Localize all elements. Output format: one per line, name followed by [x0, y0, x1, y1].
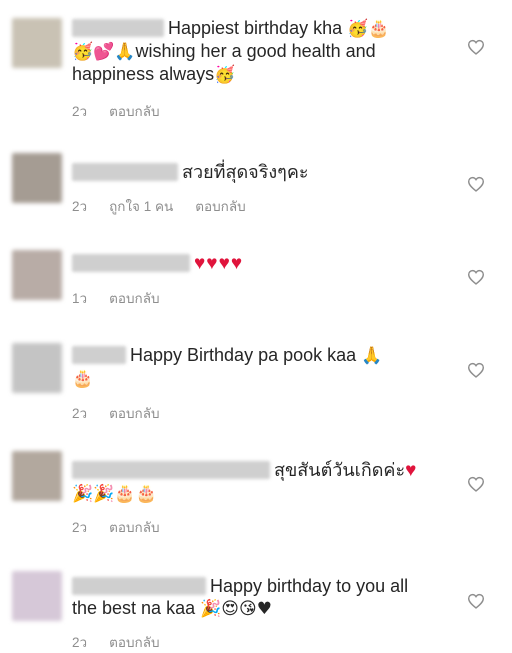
- username-blurred[interactable]: [72, 461, 270, 479]
- comment-text: สวยที่สุดจริงๆคะ: [72, 161, 442, 183]
- like-heart-icon[interactable]: [467, 476, 485, 492]
- username-blurred[interactable]: [72, 577, 206, 595]
- timestamp: 1ว: [72, 291, 88, 306]
- likes-count[interactable]: ถูกใจ 1 คน: [109, 199, 173, 214]
- comment-emoji: 🙏: [361, 346, 383, 366]
- comment-emoji: 🥳💕🙏: [72, 42, 136, 62]
- timestamp: 2ว: [72, 406, 88, 421]
- comment-item: Happy Birthday pa pook kaa 🙏 🎂 2ว ตอบกลับ: [0, 315, 512, 433]
- like-heart-icon[interactable]: [467, 362, 485, 378]
- comment-item: สวยที่สุดจริงๆคะ 2ว ถูกใจ 1 คน ตอบกลับ: [0, 125, 512, 220]
- reply-button[interactable]: ตอบกลับ: [195, 199, 245, 214]
- avatar[interactable]: [12, 250, 62, 300]
- comment-meta: 2ว ถูกใจ 1 คน ตอบกลับ: [72, 195, 268, 217]
- avatar[interactable]: [12, 153, 62, 203]
- comment-text: Happy birthday to you all the best na ka…: [72, 576, 409, 619]
- reply-button[interactable]: ตอบกลับ: [109, 104, 159, 119]
- comment-emoji: 🎉🎉🎂🎂: [72, 484, 157, 504]
- comment-item: Happiest birthday kha 🥳🎂 🥳💕🙏wishing her …: [0, 0, 512, 125]
- like-heart-icon[interactable]: [467, 176, 485, 192]
- timestamp: 2ว: [72, 520, 88, 535]
- like-heart-icon[interactable]: [467, 39, 485, 55]
- username-blurred[interactable]: [72, 163, 178, 181]
- comment-text: Happy Birthday pa pook kaa 🙏 🎂: [72, 345, 383, 389]
- comment-meta: 2ว ตอบกลับ: [72, 402, 182, 424]
- like-heart-icon[interactable]: [467, 593, 485, 609]
- comment-emoji: 🥳🎂: [347, 19, 390, 39]
- reply-button[interactable]: ตอบกลับ: [109, 520, 159, 535]
- reply-button[interactable]: ตอบกลับ: [109, 291, 159, 306]
- timestamp: 2ว: [72, 104, 88, 119]
- comment-item: ♥♥♥♥ 1ว ตอบกลับ: [0, 220, 512, 315]
- comment-text: สุขสันต์วันเกิดค่ะ♥ 🎉🎉🎂🎂: [72, 460, 418, 504]
- red-hearts-emoji: ♥♥♥♥: [194, 253, 244, 274]
- reply-button[interactable]: ตอบกลับ: [109, 635, 159, 650]
- username-blurred[interactable]: [72, 19, 164, 37]
- comment-emoji: 🥳: [214, 65, 236, 85]
- username-blurred[interactable]: [72, 254, 190, 272]
- comment-meta: 2ว ตอบกลับ: [72, 100, 182, 122]
- comment-text: Happiest birthday kha 🥳🎂 🥳💕🙏wishing her …: [72, 18, 390, 85]
- like-heart-icon[interactable]: [467, 269, 485, 285]
- comment-emoji: 🎉😍😘♥: [200, 599, 272, 619]
- comment-emoji: 🎂: [72, 369, 94, 389]
- comment-meta: 1ว ตอบกลับ: [72, 287, 182, 309]
- avatar[interactable]: [12, 451, 62, 501]
- timestamp: 2ว: [72, 635, 88, 650]
- comment-meta: 2ว ตอบกลับ: [72, 516, 182, 538]
- comment-text: ♥♥♥♥: [72, 252, 442, 275]
- avatar[interactable]: [12, 343, 62, 393]
- username-blurred[interactable]: [72, 346, 126, 364]
- comment-item: สุขสันต์วันเกิดค่ะ♥ 🎉🎉🎂🎂 2ว ตอบกลับ: [0, 433, 512, 551]
- comment-meta: 2ว ตอบกลับ: [72, 631, 182, 653]
- timestamp: 2ว: [72, 199, 88, 214]
- comment-item: Happy birthday to you all the best na ka…: [0, 551, 512, 653]
- avatar[interactable]: [12, 18, 62, 68]
- red-heart-emoji: ♥: [405, 460, 418, 481]
- avatar[interactable]: [12, 571, 62, 621]
- reply-button[interactable]: ตอบกลับ: [109, 406, 159, 421]
